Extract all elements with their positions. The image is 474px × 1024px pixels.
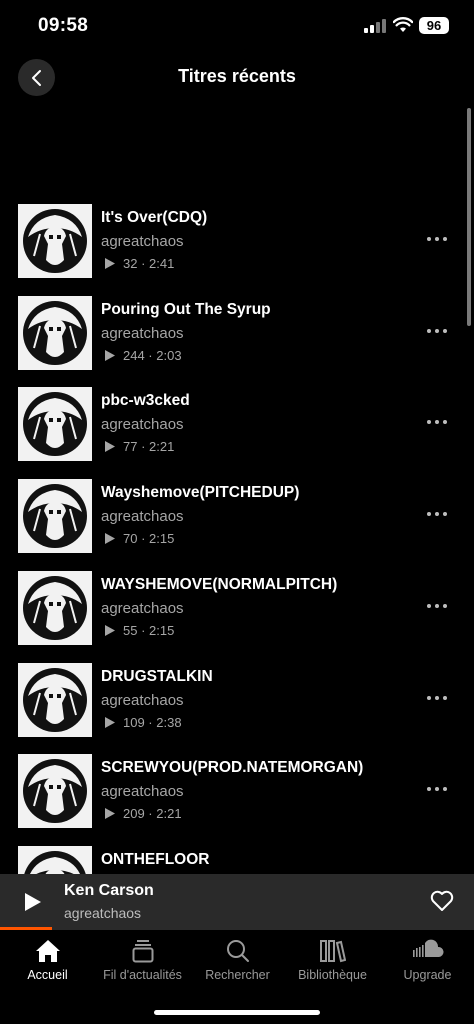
- more-options-button[interactable]: [427, 418, 447, 426]
- track-stats: 32 · 2:41: [105, 256, 174, 271]
- track-artwork: [18, 387, 92, 462]
- track-stats: 209 · 2:21: [105, 806, 182, 821]
- tab-feed[interactable]: Fil d'actualités: [95, 930, 190, 990]
- play-count-icon: [105, 716, 115, 728]
- track-title: pbc-w3cked: [101, 392, 190, 410]
- mini-player[interactable]: Ken Carson agreatchaos: [0, 874, 474, 930]
- track-artwork: [18, 845, 92, 874]
- feed-icon: [132, 940, 153, 963]
- track-artist: agreatchaos: [101, 508, 184, 526]
- track-plays-duration: 77 · 2:21: [123, 439, 175, 455]
- track-title: DRUGSTALKIN: [101, 667, 213, 685]
- track-plays-duration: 32 · 2:41: [123, 256, 175, 271]
- track-title: ONTHEFLOOR: [101, 850, 210, 868]
- track-row[interactable]: Pouring Out The Syrup agreatchaos 244 · …: [0, 295, 474, 372]
- tab-home[interactable]: Accueil: [0, 930, 95, 990]
- play-count-icon: [105, 441, 115, 453]
- status-time: 09:58: [38, 15, 89, 36]
- library-icon: [319, 940, 346, 963]
- track-title: It's Over(CDQ): [101, 209, 208, 226]
- track-artwork: [18, 662, 92, 737]
- track-stats: 70 · 2:15: [105, 531, 174, 546]
- track-plays-duration: 209 · 2:21: [123, 806, 182, 822]
- play-icon[interactable]: [24, 892, 42, 912]
- wifi-icon: [393, 17, 413, 32]
- track-stats: 55 · 2:15: [105, 623, 174, 638]
- battery-indicator: 96: [419, 17, 449, 34]
- track-title: Pouring Out The Syrup: [101, 300, 271, 318]
- track-plays-duration: 55 · 2:15: [123, 622, 175, 638]
- soundcloud-icon: [412, 939, 444, 957]
- tab-label: Fil d'actualités: [103, 968, 182, 982]
- track-row[interactable]: pbc-w3cked agreatchaos 77 · 2:21: [0, 387, 474, 463]
- tab-upgrade[interactable]: Upgrade: [380, 930, 474, 990]
- more-options-button[interactable]: [427, 510, 447, 518]
- track-artwork: [18, 479, 92, 554]
- play-count-icon: [105, 624, 115, 636]
- track-artist: agreatchaos: [101, 599, 184, 617]
- tab-label: Bibliothèque: [298, 968, 367, 982]
- track-row[interactable]: It's Over(CDQ) agreatchaos 32 · 2:41: [0, 204, 474, 280]
- page-title: Titres récents: [178, 66, 296, 86]
- track-row[interactable]: SCREWYOU(PROD.NATEMORGAN) agreatchaos 20…: [0, 754, 474, 830]
- track-title: WAYSHEMOVE(NORMALPITCH): [101, 575, 338, 593]
- track-artist: agreatchaos: [101, 691, 184, 709]
- tab-library[interactable]: Bibliothèque: [285, 930, 380, 990]
- track-artist: agreatchaos: [101, 783, 184, 801]
- track-stats: 244 · 2:03: [105, 348, 182, 363]
- track-plays-duration: 109 · 2:38: [123, 714, 182, 730]
- track-artwork: [18, 295, 92, 370]
- cellular-signal-icon: [364, 19, 386, 33]
- more-options-button[interactable]: [427, 694, 447, 702]
- track-list: It's Over(CDQ) agreatchaos 32 · 2:41 Pou…: [0, 204, 474, 874]
- home-indicator: [154, 1010, 320, 1015]
- track-plays-duration: 244 · 2:03: [123, 347, 182, 363]
- mini-player-artist: agreatchaos: [64, 905, 142, 921]
- track-artwork: [18, 754, 92, 829]
- track-title: SCREWYOU(PROD.NATEMORGAN): [101, 759, 364, 777]
- heart-icon[interactable]: [430, 890, 454, 912]
- play-count-icon: [105, 258, 115, 269]
- tab-label: Rechercher: [205, 968, 270, 982]
- track-artist: agreatchaos: [101, 324, 184, 342]
- track-artwork: [18, 570, 92, 645]
- track-title: Wayshemove(PITCHEDUP): [101, 484, 300, 502]
- tab-label: Upgrade: [403, 968, 452, 982]
- more-options-button[interactable]: [427, 602, 447, 610]
- track-plays-duration: 70 · 2:15: [123, 531, 175, 547]
- track-row[interactable]: Wayshemove(PITCHEDUP) agreatchaos 70 · 2…: [0, 479, 474, 555]
- track-stats: 77 · 2:21: [105, 439, 174, 454]
- play-count-icon: [105, 808, 115, 820]
- home-icon: [35, 940, 60, 962]
- track-row[interactable]: DRUGSTALKIN agreatchaos 109 · 2:38: [0, 662, 474, 739]
- track-artwork: [18, 204, 92, 278]
- more-options-button[interactable]: [427, 327, 447, 335]
- track-row[interactable]: WAYSHEMOVE(NORMALPITCH) agreatchaos 55 ·…: [0, 570, 474, 647]
- more-options-button[interactable]: [427, 235, 447, 243]
- track-artist: agreatchaos: [101, 233, 184, 250]
- play-count-icon: [105, 533, 115, 545]
- mini-player-title: Ken Carson: [64, 882, 154, 899]
- track-artist: agreatchaos: [101, 416, 184, 434]
- status-bar: 09:58 96: [0, 0, 474, 52]
- play-count-icon: [105, 349, 115, 361]
- search-icon: [226, 940, 249, 962]
- tab-search[interactable]: Rechercher: [190, 930, 285, 990]
- tab-label: Accueil: [27, 968, 68, 982]
- track-stats: 109 · 2:38: [105, 715, 182, 730]
- more-options-button[interactable]: [427, 785, 447, 793]
- track-row[interactable]: ONTHEFLOOR: [0, 845, 474, 874]
